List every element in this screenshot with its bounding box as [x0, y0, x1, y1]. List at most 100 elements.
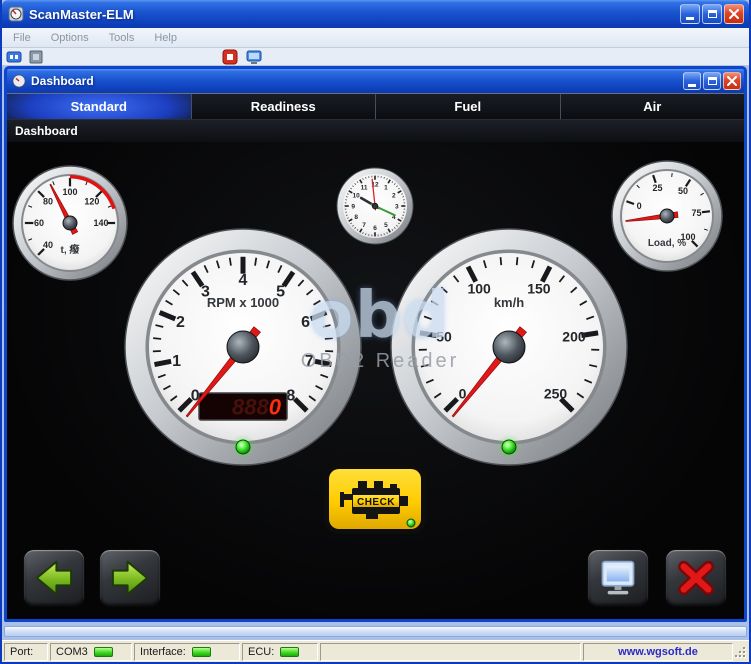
svg-text:120: 120 [84, 196, 99, 206]
svg-text:50: 50 [436, 329, 452, 345]
svg-text:150: 150 [527, 280, 551, 296]
close-button[interactable] [724, 4, 744, 24]
tab-bar: Standard Readiness Fuel Air [7, 93, 744, 120]
port-status-led [94, 647, 113, 657]
svg-text:50: 50 [678, 186, 688, 196]
svg-text:6: 6 [301, 314, 310, 331]
svg-text:2: 2 [392, 192, 396, 199]
display-button[interactable] [588, 550, 648, 606]
close-icon [729, 9, 739, 19]
statusbar-spacer [320, 643, 581, 661]
website-panel: www.wgsoft.de [583, 643, 733, 661]
status-strip-bar [4, 626, 747, 637]
check-engine-icon: CHECK [322, 462, 428, 536]
dashboard-window: Dashboard Standard Readiness Fuel Air Da… [4, 66, 747, 622]
svg-text:75: 75 [692, 208, 702, 218]
interface-panel: Interface: [134, 643, 240, 661]
svg-text:4: 4 [239, 272, 248, 289]
dashboard-panel: 012345678RPM x 10008880050100150200250km… [7, 142, 744, 619]
minimize-icon [688, 84, 696, 87]
menu-tools[interactable]: Tools [102, 30, 142, 46]
connect-icon[interactable] [6, 49, 22, 65]
svg-text:7: 7 [305, 353, 314, 370]
arrow-left-icon [29, 556, 79, 600]
svg-text:RPM x 1000: RPM x 1000 [207, 295, 279, 310]
tab-air[interactable]: Air [561, 94, 745, 119]
svg-text:5: 5 [384, 222, 388, 229]
svg-text:200: 200 [562, 329, 586, 345]
svg-text:250: 250 [544, 386, 568, 402]
arrow-right-icon [105, 556, 155, 600]
dashboard-close-button[interactable] [723, 72, 741, 90]
svg-text:60: 60 [34, 218, 44, 228]
check-engine-label: CHECK [357, 497, 395, 508]
monitor-icon [593, 555, 643, 601]
svg-text:1: 1 [172, 353, 181, 370]
menu-bar: File Options Tools Help [2, 28, 749, 48]
svg-text:6: 6 [373, 225, 377, 232]
window-title: ScanMaster-ELM [29, 7, 678, 22]
port-value-panel: COM3 [50, 643, 132, 661]
svg-text:40: 40 [43, 240, 53, 250]
toolbar [2, 48, 749, 66]
load-gauge: 0255075100Load, % [612, 161, 722, 271]
dashboard-maximize-button[interactable] [703, 72, 721, 90]
red-x-icon [672, 556, 720, 600]
resize-grip[interactable] [735, 647, 747, 661]
svg-text:8: 8 [354, 214, 358, 221]
ecu-panel: ECU: [242, 643, 318, 661]
svg-text:0: 0 [637, 201, 642, 211]
tab-fuel[interactable]: Fuel [376, 94, 561, 119]
svg-text:80: 80 [43, 196, 53, 206]
port-value: COM3 [56, 646, 88, 658]
svg-text:2: 2 [176, 314, 185, 331]
menu-help[interactable]: Help [147, 30, 184, 46]
svg-text:100: 100 [62, 187, 77, 197]
port-label-panel: Port: [4, 643, 48, 661]
board-icon[interactable] [28, 49, 44, 65]
stop-icon[interactable] [222, 49, 238, 65]
clock: 121234567891011 [337, 168, 413, 244]
tab-standard[interactable]: Standard [7, 94, 192, 119]
svg-text:8880: 8880 [232, 395, 282, 420]
next-button[interactable] [100, 550, 160, 606]
status-bar: Port: COM3 Interface: ECU: www.wgsoft.de [2, 640, 749, 662]
ecu-status-led [280, 647, 299, 657]
interface-label: Interface: [140, 646, 186, 658]
website-link[interactable]: www.wgsoft.de [618, 646, 698, 658]
svg-text:8: 8 [286, 388, 295, 405]
display-icon[interactable] [246, 49, 262, 65]
interface-status-led [192, 647, 211, 657]
svg-text:km/h: km/h [494, 295, 524, 310]
app-icon [8, 6, 24, 22]
bottom-strip [2, 622, 749, 640]
rpm-gauge: 012345678RPM x 10008880 [125, 229, 361, 465]
svg-text:25: 25 [652, 183, 662, 193]
svg-text:100: 100 [467, 280, 491, 296]
svg-text:t, 癈: t, 癈 [61, 243, 81, 256]
tab-readiness[interactable]: Readiness [192, 94, 377, 119]
dashboard-title: Dashboard [31, 74, 681, 88]
page-title: Dashboard [7, 120, 744, 142]
port-label: Port: [10, 646, 33, 658]
menu-file[interactable]: File [6, 30, 38, 46]
coolant-temp-gauge: 406080100120140t, 癈 [13, 166, 127, 280]
exit-button[interactable] [666, 550, 726, 606]
svg-text:9: 9 [351, 203, 355, 210]
maximize-button[interactable] [702, 4, 722, 24]
svg-text:7: 7 [362, 222, 366, 229]
close-icon [727, 76, 737, 86]
main-window: ScanMaster-ELM File Options Tools Help [0, 0, 751, 664]
menu-options[interactable]: Options [44, 30, 96, 46]
svg-text:Load, %: Load, % [648, 238, 686, 249]
check-engine-indicator: CHECK [322, 462, 428, 536]
dashboard-minimize-button[interactable] [683, 72, 701, 90]
main-titlebar: ScanMaster-ELM [2, 0, 749, 28]
minimize-button[interactable] [680, 4, 700, 24]
ecu-label: ECU: [248, 646, 274, 658]
svg-text:3: 3 [395, 203, 399, 210]
prev-button[interactable] [24, 550, 84, 606]
svg-text:1: 1 [384, 184, 388, 191]
workspace: Dashboard Standard Readiness Fuel Air Da… [2, 66, 749, 640]
minimize-icon [686, 17, 694, 20]
